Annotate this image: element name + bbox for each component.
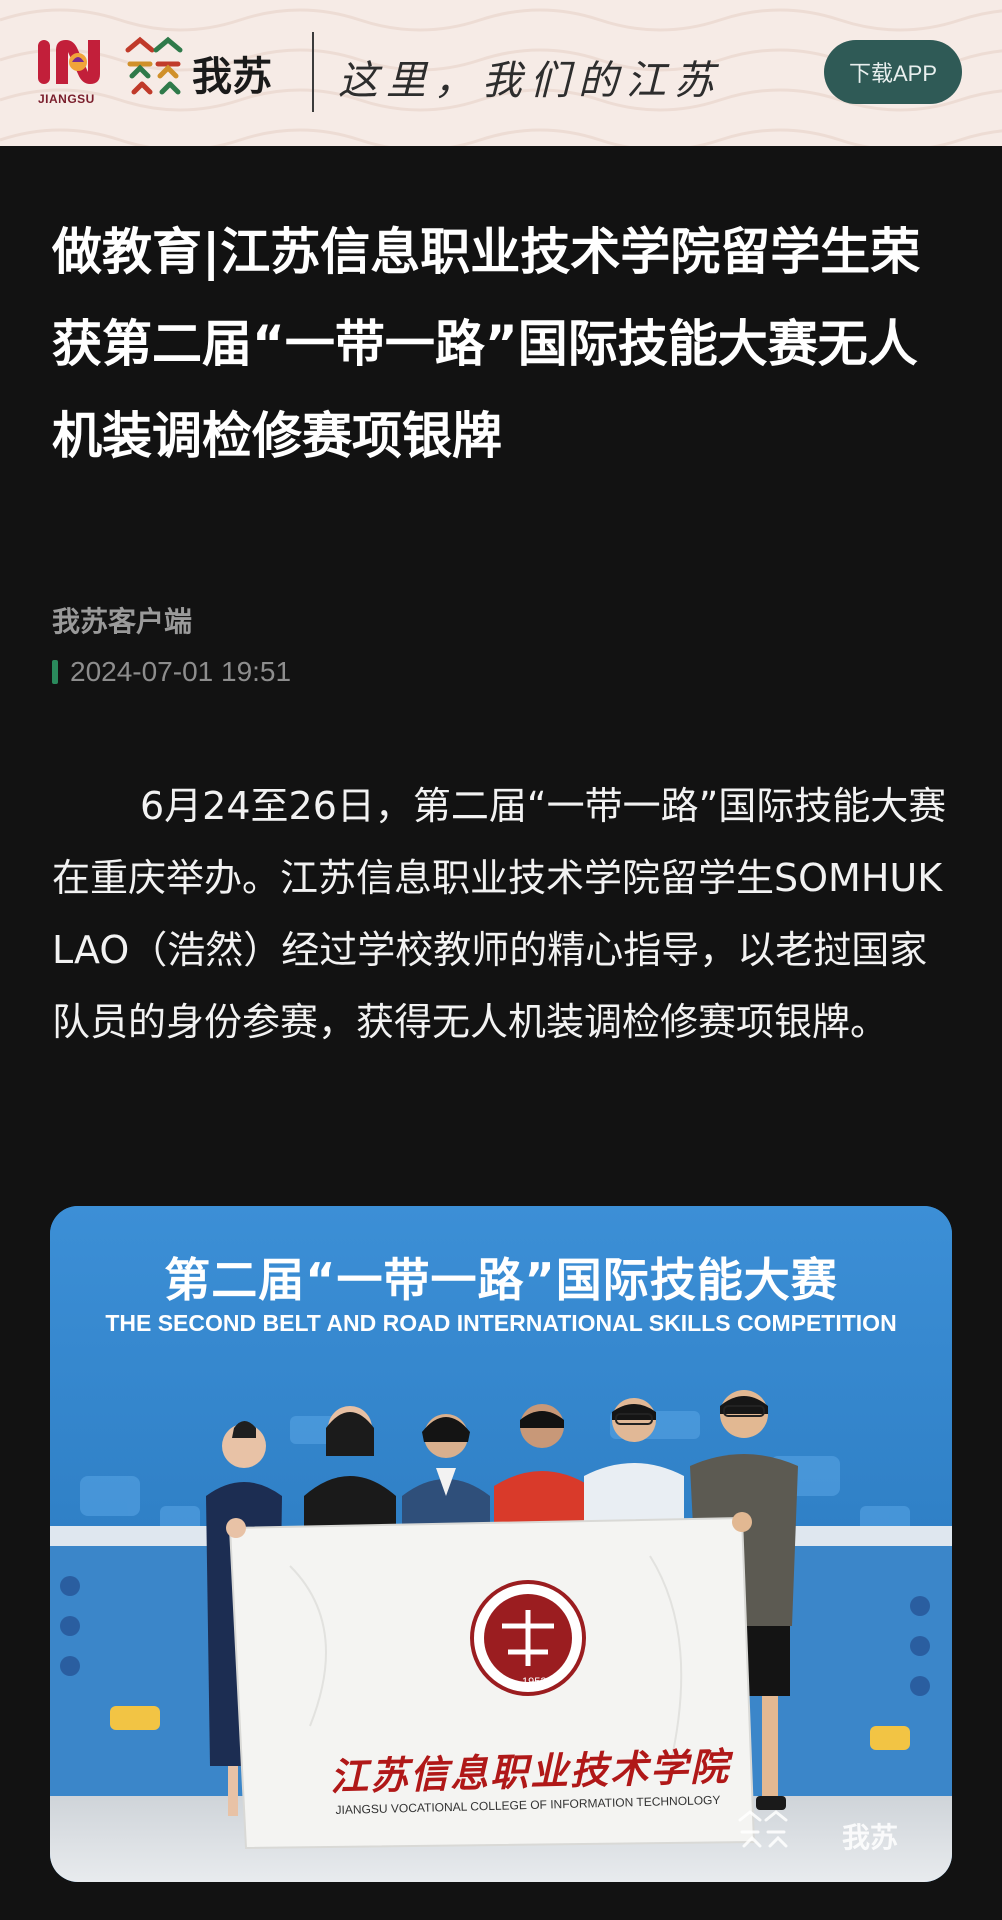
- top-banner: JIANGSU 我苏 这里，我们的江苏 下载APP: [0, 0, 1002, 146]
- logo-label: JIANGSU: [38, 92, 95, 106]
- seal-year: 1953: [522, 1676, 547, 1688]
- wosu-mark-icon[interactable]: [122, 36, 186, 100]
- time-marker: [52, 660, 58, 684]
- brand-name: 我苏: [192, 54, 272, 100]
- backdrop-title-cn: 第二届“一带一路”国际技能大赛: [164, 1253, 838, 1307]
- article-timestamp: 2024-07-01 19:51: [70, 656, 292, 687]
- article-paragraph: 6月24至26日，第二届“一带一路”国际技能大赛在重庆举办。江苏信息职业技术学院…: [52, 784, 947, 1044]
- article-title: 做教育|江苏信息职业技术学院留学生荣获第二届“一带一路”国际技能大赛无人机装调检…: [52, 223, 921, 465]
- backdrop-title-en: THE SECOND BELT AND ROAD INTERNATIONAL S…: [105, 1310, 897, 1336]
- banner-text-cn: 江苏信息职业技术学院: [329, 1743, 731, 1800]
- photo-watermark: 我苏: [842, 1821, 899, 1854]
- header-slogan: 这里，我们的江苏: [338, 58, 722, 104]
- header-divider: [312, 32, 314, 112]
- download-app-button[interactable]: 下载APP: [824, 40, 962, 104]
- article-source[interactable]: 我苏客户端: [52, 600, 192, 640]
- article-photo[interactable]: 第二届“一带一路”国际技能大赛 THE SECOND BELT AND ROAD…: [50, 1206, 952, 1882]
- in-jiangsu-logo-icon[interactable]: [36, 32, 110, 92]
